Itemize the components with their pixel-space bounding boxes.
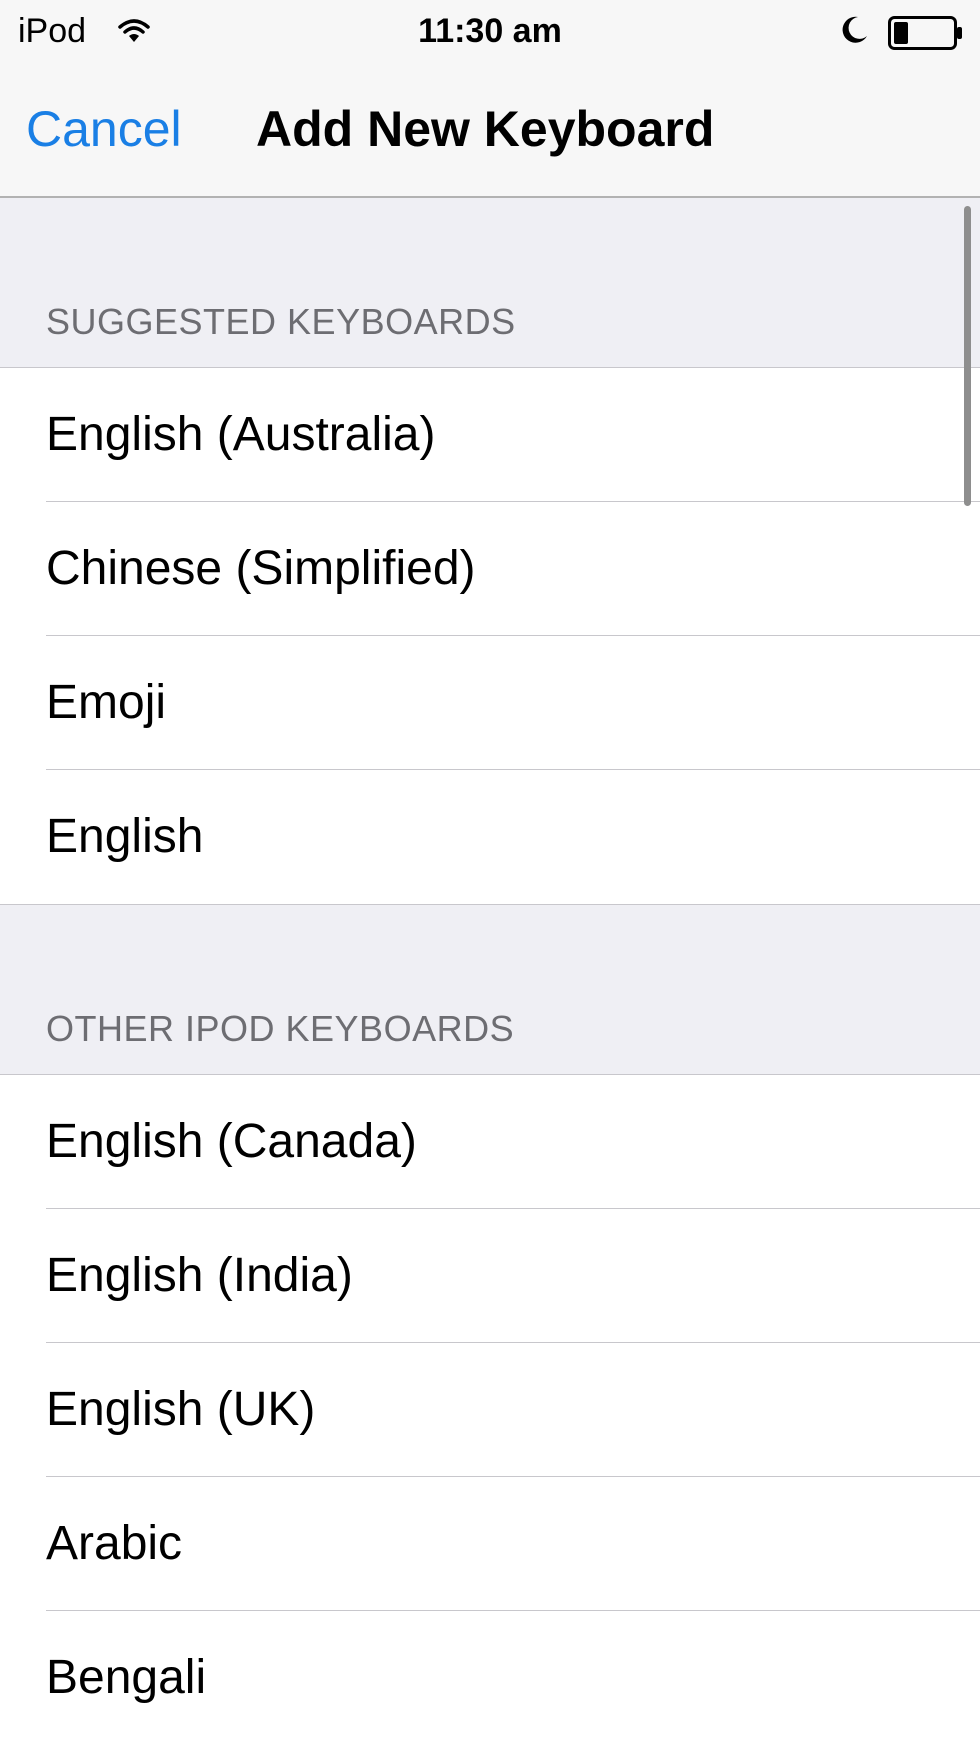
status-time: 11:30 am bbox=[418, 12, 562, 50]
list-item[interactable]: English (UK) bbox=[0, 1343, 980, 1477]
scroll-indicator[interactable] bbox=[964, 206, 971, 506]
section-header-other: OTHER IPOD KEYBOARDS bbox=[0, 905, 980, 1075]
list-item[interactable]: Chinese (Simplified) bbox=[0, 502, 980, 636]
list-item[interactable]: Arabic bbox=[0, 1477, 980, 1611]
list-item-label: English (Canada) bbox=[46, 1115, 417, 1168]
battery-icon bbox=[888, 16, 962, 50]
section-header-label: SUGGESTED KEYBOARDS bbox=[46, 301, 516, 342]
moon-icon bbox=[842, 16, 867, 43]
list-item-label: English (India) bbox=[46, 1249, 353, 1302]
list-item[interactable]: English (India) bbox=[0, 1209, 980, 1343]
page-title: Add New Keyboard bbox=[256, 101, 715, 157]
list-item-label: English bbox=[46, 810, 204, 863]
list-item[interactable]: Emoji bbox=[0, 636, 980, 770]
list-item-label: Emoji bbox=[46, 676, 167, 729]
list-item-label: English (Australia) bbox=[46, 408, 436, 461]
section-suggested-keyboards: English (Australia) Chinese (Simplified)… bbox=[0, 368, 980, 905]
list-item[interactable]: English (Canada) bbox=[0, 1075, 980, 1209]
navigation-bar: Cancel Add New Keyboard bbox=[0, 64, 980, 198]
keyboard-list[interactable]: SUGGESTED KEYBOARDS English (Australia) … bbox=[0, 198, 980, 1740]
section-header-suggested: SUGGESTED KEYBOARDS bbox=[0, 198, 980, 368]
list-item[interactable]: English bbox=[0, 770, 980, 904]
list-item-label: Arabic bbox=[46, 1517, 183, 1570]
cancel-button[interactable]: Cancel bbox=[26, 100, 182, 158]
section-other-keyboards: English (Canada) English (India) English… bbox=[0, 1075, 980, 1740]
list-item[interactable]: Bengali bbox=[0, 1611, 980, 1740]
list-item[interactable]: English (Australia) bbox=[0, 368, 980, 502]
list-item-label: Chinese (Simplified) bbox=[46, 542, 476, 595]
list-item-label: English (UK) bbox=[46, 1383, 316, 1436]
section-header-label: OTHER IPOD KEYBOARDS bbox=[46, 1008, 515, 1049]
status-bar: iPod 11:30 am bbox=[0, 0, 980, 64]
screen: iPod 11:30 am Cancel Add New Keyboard SU… bbox=[0, 0, 980, 1740]
list-item-label: Bengali bbox=[46, 1651, 207, 1704]
